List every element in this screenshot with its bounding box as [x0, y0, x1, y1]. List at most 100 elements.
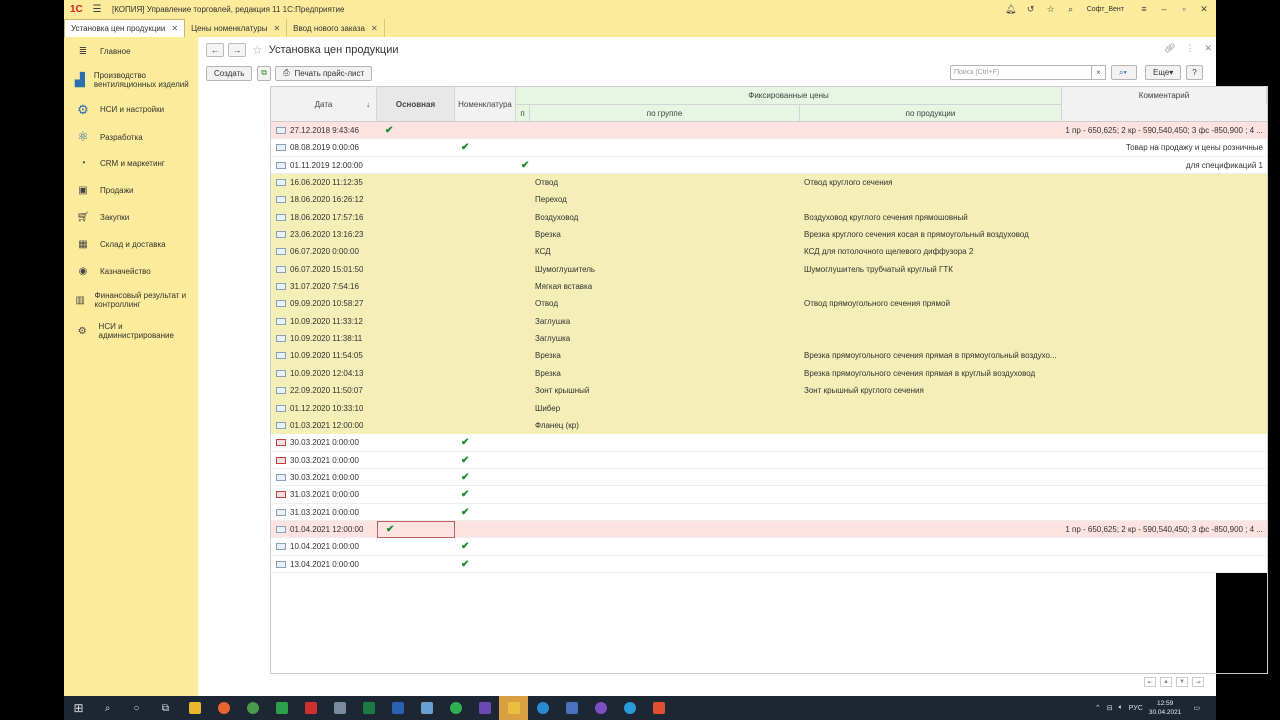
table-row[interactable]: 01.11.2019 12:00:00 ✔ для спецификаций 1	[271, 156, 1267, 175]
sidebar-item-administration[interactable]: ⚙ НСИ и администрирование	[64, 315, 198, 347]
excel-icon[interactable]	[354, 696, 383, 720]
whatsapp-icon[interactable]	[441, 696, 470, 720]
copy-icon[interactable]: ⧉	[257, 65, 272, 81]
table-row[interactable]: 18.06.2020 16:26:12 Переход	[271, 191, 1267, 209]
favorite-star-icon[interactable]: ☆	[252, 43, 263, 57]
cortana-icon[interactable]: ○	[122, 696, 151, 720]
close-tab-icon[interactable]: ✕	[273, 24, 280, 33]
volume-icon[interactable]: 🔈︎	[1119, 704, 1123, 712]
notifications-icon[interactable]: ▭	[1193, 704, 1200, 712]
table-row[interactable]: 22.09.2020 11:50:07 Зонт крышный Зонт крыш…	[271, 382, 1267, 400]
sidebar-item-production[interactable]: ▟ Производство вентиляционных изделий	[64, 65, 198, 95]
search-icon[interactable]: ⌕	[1063, 4, 1079, 15]
app-orange-icon[interactable]	[644, 696, 673, 720]
table-row[interactable]: 31.03.2021 0:00:00 ✔	[271, 486, 1267, 504]
back-button[interactable]: ←	[206, 43, 224, 57]
tab-price-setting[interactable]: Установка цен продукции ✕	[64, 19, 186, 37]
col-date[interactable]: Дата ↓	[271, 87, 377, 121]
help-button[interactable]: ?	[1186, 65, 1203, 80]
col-nomenclature[interactable]: Номенклатура	[455, 87, 516, 121]
clock[interactable]: 12:59 30.04.2021	[1149, 699, 1182, 717]
scroll-up-icon[interactable]: ▲	[1160, 677, 1172, 687]
sidebar-item-purchases[interactable]: 🛒︎ Закупки	[64, 204, 198, 231]
app-red-icon[interactable]	[296, 696, 325, 720]
sidebar-item-crm[interactable]: ◔ CRM и маркетинг	[64, 150, 198, 177]
table-row[interactable]: 31.03.2021 0:00:00 ✔	[271, 503, 1267, 521]
more-actions-icon[interactable]: ⋮	[1185, 43, 1194, 54]
tray-chevron-icon[interactable]: ⌃	[1095, 704, 1101, 712]
sidebar-item-nsi-settings[interactable]: ⚙ НСИ и настройки	[64, 95, 198, 124]
print-price-list-button[interactable]: ⎙ Печать прайс-лист	[275, 65, 373, 81]
calculator-icon[interactable]	[325, 696, 354, 720]
scroll-first-icon[interactable]: ⇤	[1144, 677, 1156, 687]
table-row[interactable]: 09.09.2020 10:58:27 Отвод Отвод прямоуголь…	[271, 295, 1267, 313]
main-check-cell[interactable]: ✔	[377, 520, 455, 538]
nomenclature-check-cell[interactable]: ✔	[461, 504, 473, 521]
nomenclature-check-cell[interactable]: ✔	[461, 538, 473, 555]
close-tab-icon[interactable]: ✕	[171, 24, 178, 33]
table-row[interactable]: 27.12.2018 9:43:46 ✔ 1 пр - 650,625; 2 кр …	[271, 122, 1267, 140]
tab-new-order[interactable]: Ввод нового заказа ✕	[287, 19, 385, 37]
task-view-icon[interactable]: ⧉	[151, 696, 180, 720]
nomenclature-check-cell[interactable]: ✔	[461, 469, 473, 486]
tab-nomenclature-prices[interactable]: Цены номенклатуры ✕	[185, 19, 288, 37]
table-row[interactable]: 01.04.2021 12:00:00 ✔ 1 пр - 650,625; 2 кр…	[271, 520, 1267, 539]
nomenclature-check-cell[interactable]: ✔	[461, 434, 473, 451]
explorer-icon[interactable]	[180, 696, 209, 720]
1c-taskbar-icon[interactable]	[499, 696, 528, 720]
table-row[interactable]: 10.09.2020 11:38:11 Заглушка	[271, 330, 1267, 348]
create-button[interactable]: Создать	[206, 65, 253, 81]
close-tab-icon[interactable]: ✕	[371, 24, 378, 33]
telegram-icon[interactable]	[615, 696, 644, 720]
clear-search-icon[interactable]: ×	[1091, 65, 1106, 80]
table-row[interactable]: 01.03.2021 12:00:00 Фланец (кр)	[271, 416, 1267, 435]
col-fixed-prices[interactable]: Фиксированные цены	[516, 87, 1062, 104]
table-row[interactable]: 30.03.2021 0:00:00 ✔	[271, 451, 1267, 469]
maximize-icon[interactable]: ▫	[1176, 4, 1192, 14]
table-row[interactable]: 06.07.2020 15:01:50 Шумоглушитель Шумоглуш…	[271, 260, 1267, 279]
col-by-group[interactable]: по группе	[530, 104, 800, 121]
chrome-icon[interactable]	[238, 696, 267, 720]
table-row[interactable]: 30.03.2021 0:00:00 ✔	[271, 468, 1267, 487]
sidebar-item-sales[interactable]: ▣ Продажи	[64, 177, 198, 204]
user-name[interactable]: Софт_Вент	[1087, 6, 1124, 13]
p-check-cell[interactable]: ✔	[521, 157, 533, 174]
table-row[interactable]: 23.06.2020 13:16:23 Врезка Врезка круглого…	[271, 226, 1267, 244]
table-row[interactable]: 30.03.2021 0:00:00 ✔	[271, 434, 1267, 452]
viber-icon[interactable]	[586, 696, 615, 720]
sidebar-item-treasury[interactable]: ◉ Казначейство	[64, 258, 198, 285]
close-form-icon[interactable]: ✕	[1204, 43, 1212, 54]
more-button[interactable]: Еще ▾	[1145, 65, 1181, 80]
col-comment[interactable]: Комментарий	[1062, 87, 1267, 104]
col-p[interactable]: п	[516, 104, 530, 121]
table-row[interactable]: 10.09.2020 12:04:13 Врезка Врезка прямоуго…	[271, 364, 1267, 383]
nomenclature-check-cell[interactable]: ✔	[461, 556, 473, 573]
table-row[interactable]: 10.04.2021 0:00:00 ✔	[271, 538, 1267, 556]
col-by-product[interactable]: по продукции	[800, 104, 1062, 121]
sidebar-item-financial-result[interactable]: ▥ Финансовый результат и контроллинг	[64, 285, 198, 315]
table-row[interactable]: 31.07.2020 7:54:16 Мягкая вставка	[271, 278, 1267, 296]
table-row[interactable]: 16.06.2020 11:12:35 Отвод Отвод круглого с…	[271, 174, 1267, 192]
scroll-down-icon[interactable]: ▼	[1176, 677, 1188, 687]
main-menu-icon[interactable]: ☰	[90, 4, 104, 15]
search-input[interactable]: Поиск (Ctrl+F)	[950, 65, 1106, 80]
sidebar-item-warehouse[interactable]: ▦ Склад и доставка	[64, 231, 198, 258]
close-window-icon[interactable]: ✕	[1196, 4, 1212, 15]
col-main[interactable]: Основная	[377, 87, 455, 121]
nomenclature-check-cell[interactable]: ✔	[461, 139, 473, 156]
main-check-cell[interactable]: ✔	[377, 122, 455, 139]
edge-icon[interactable]	[528, 696, 557, 720]
language-indicator[interactable]: РУС	[1129, 705, 1143, 712]
minimize-icon[interactable]: –	[1156, 4, 1172, 14]
app-network-icon[interactable]	[557, 696, 586, 720]
table-row[interactable]: 10.09.2020 11:33:12 Заглушка	[271, 312, 1267, 331]
table-row[interactable]: 06.07.2020 0:00:00 КСД КСД для потолочного…	[271, 243, 1267, 261]
table-row[interactable]: 10.09.2020 11:54:05 Врезка Врезка прямоуго…	[271, 347, 1267, 365]
nomenclature-check-cell[interactable]: ✔	[461, 452, 473, 469]
firefox-icon[interactable]	[209, 696, 238, 720]
sidebar-item-main[interactable]: ≣ Главное	[64, 37, 198, 65]
word-icon[interactable]	[383, 696, 412, 720]
search-button[interactable]: ⌕▾	[1111, 65, 1137, 80]
history-icon[interactable]: ↺	[1023, 4, 1039, 15]
nomenclature-check-cell[interactable]: ✔	[461, 486, 473, 503]
